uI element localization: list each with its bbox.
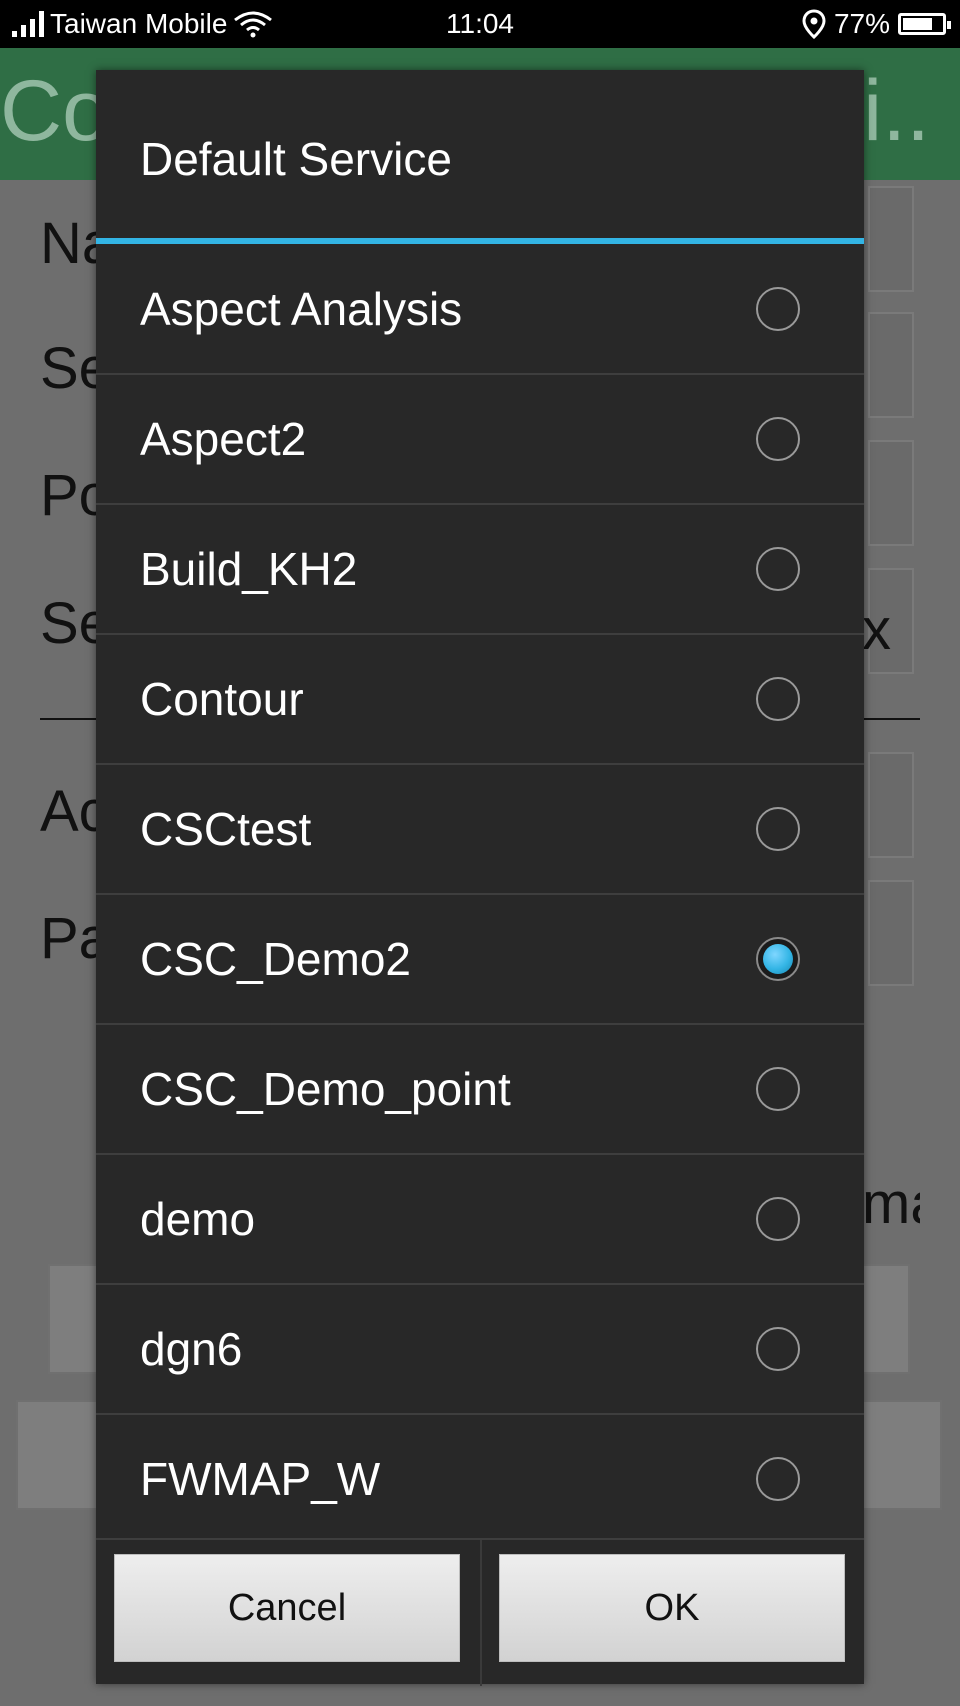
- bg-side-text-1: x: [862, 597, 891, 662]
- location-icon: [802, 9, 826, 39]
- default-service-dialog: Default Service Aspect Analysis Aspect2 …: [96, 70, 864, 1686]
- service-item-contour[interactable]: Contour: [96, 635, 864, 765]
- service-item-label: CSC_Demo2: [140, 933, 411, 985]
- service-item-csctest[interactable]: CSCtest: [96, 765, 864, 895]
- bg-port-field: [868, 440, 914, 546]
- service-item-fwmap-w[interactable]: FWMAP_W: [96, 1415, 864, 1543]
- service-item-label: dgn6: [140, 1323, 243, 1375]
- service-item-label: FWMAP_W: [140, 1453, 381, 1505]
- button-separator: [480, 1540, 482, 1686]
- service-item-dgn6[interactable]: dgn6: [96, 1285, 864, 1415]
- radio-button-selected[interactable]: [756, 937, 800, 981]
- battery-percent: 77%: [833, 8, 890, 39]
- radio-button[interactable]: [756, 807, 800, 851]
- bg-name-field: [868, 186, 914, 292]
- service-item-label: Aspect2: [140, 413, 307, 465]
- radio-button[interactable]: [756, 287, 800, 331]
- ok-button[interactable]: OK: [499, 1554, 845, 1662]
- dialog-button-bar: Cancel OK: [96, 1538, 864, 1686]
- radio-button[interactable]: [756, 547, 800, 591]
- service-item-label: Build_KH2: [140, 543, 358, 595]
- radio-button[interactable]: [756, 1327, 800, 1371]
- bg-side-text-2: ma: [862, 1171, 920, 1236]
- status-right: 77%: [802, 8, 951, 40]
- radio-button[interactable]: [756, 1197, 800, 1241]
- service-item-aspect-analysis[interactable]: Aspect Analysis: [96, 245, 864, 375]
- battery-icon: [898, 13, 951, 35]
- service-item-aspect2[interactable]: Aspect2: [96, 375, 864, 505]
- radio-button[interactable]: [756, 1067, 800, 1111]
- service-list[interactable]: Aspect Analysis Aspect2 Build_KH2 Contou…: [96, 245, 864, 1543]
- radio-button[interactable]: [756, 417, 800, 461]
- service-item-label: Contour: [140, 673, 304, 725]
- service-item-label: demo: [140, 1193, 256, 1245]
- service-item-demo[interactable]: demo: [96, 1155, 864, 1285]
- bg-service-field: [868, 312, 914, 418]
- service-item-csc-demo2[interactable]: CSC_Demo2: [96, 895, 864, 1025]
- bg-password-field: [868, 880, 914, 986]
- cancel-button[interactable]: Cancel: [114, 1554, 460, 1662]
- service-item-label: CSCtest: [140, 803, 312, 855]
- radio-button[interactable]: [756, 1457, 800, 1501]
- service-item-build-kh2[interactable]: Build_KH2: [96, 505, 864, 635]
- status-bar: Taiwan Mobile 11:04 77%: [0, 0, 960, 48]
- bg-account-field: [868, 752, 914, 858]
- service-item-csc-demo-point[interactable]: CSC_Demo_point: [96, 1025, 864, 1155]
- radio-button[interactable]: [756, 677, 800, 721]
- app-title-start: Co: [0, 63, 110, 159]
- title-divider: [96, 238, 864, 244]
- dialog-title: Default Service: [140, 133, 452, 185]
- service-item-label: Aspect Analysis: [140, 283, 463, 335]
- service-item-label: CSC_Demo_point: [140, 1063, 511, 1115]
